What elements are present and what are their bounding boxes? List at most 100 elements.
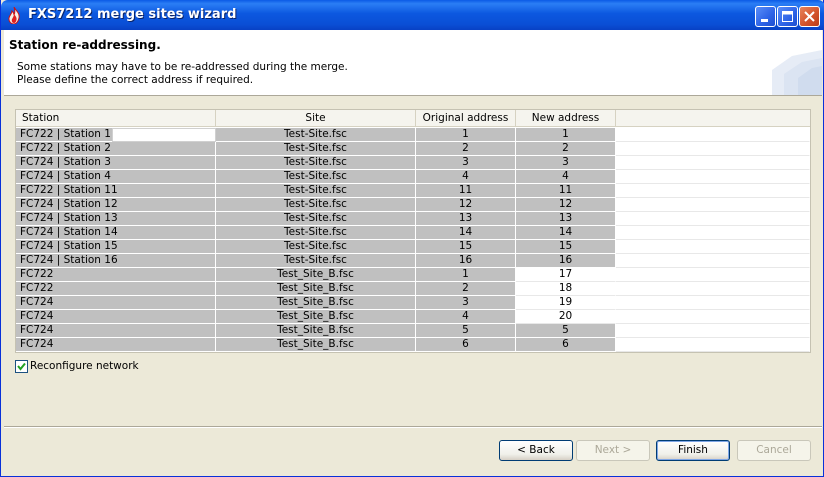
empty-cell: [616, 142, 810, 156]
site-cell: Test-Site.fsc: [216, 156, 416, 170]
column-header-original-address[interactable]: Original address: [416, 110, 516, 127]
original-address-cell: 2: [416, 142, 516, 156]
column-header-new-address[interactable]: New address: [516, 110, 616, 127]
station-cell: FC724 | Station 4: [16, 170, 216, 184]
table-row[interactable]: FC724 | Station 16 Test-Site.fsc 16 16: [16, 254, 810, 268]
empty-cell: [616, 184, 810, 198]
wizard-window: FXS7212 merge sites wizard Station re-ad…: [0, 0, 824, 477]
station-cell: FC722: [16, 282, 216, 296]
table-row[interactable]: FC722 Test_Site_B.fsc 1 17: [16, 268, 810, 282]
new-address-cell[interactable]: 16: [516, 254, 616, 268]
original-address-cell: 15: [416, 240, 516, 254]
table-row[interactable]: FC724 | Station 3 Test-Site.fsc 3 3: [16, 156, 810, 170]
close-button[interactable]: [799, 6, 820, 27]
station-cell: FC724 | Station 12: [16, 198, 216, 212]
description-line-1: Some stations may have to be re-addresse…: [17, 61, 348, 73]
next-button[interactable]: Next >: [576, 440, 650, 461]
table-row[interactable]: FC722 | Station 11 Test-Site.fsc 11 11: [16, 184, 810, 198]
station-cell: FC724: [16, 324, 216, 338]
station-cell: FC722: [16, 268, 216, 282]
new-address-cell[interactable]: 12: [516, 198, 616, 212]
new-address-cell[interactable]: 11: [516, 184, 616, 198]
new-address-cell[interactable]: 4: [516, 170, 616, 184]
new-address-cell[interactable]: 3: [516, 156, 616, 170]
original-address-cell: 12: [416, 198, 516, 212]
empty-cell: [616, 268, 810, 282]
original-address-cell: 1: [416, 268, 516, 282]
table-row[interactable]: FC724 Test_Site_B.fsc 3 19: [16, 296, 810, 310]
site-cell: Test_Site_B.fsc: [216, 268, 416, 282]
table-row[interactable]: FC724 Test_Site_B.fsc 5 5: [16, 324, 810, 338]
station-edit-box[interactable]: [112, 128, 216, 142]
site-cell: Test-Site.fsc: [216, 184, 416, 198]
table-body: FC722 | Station 1 Test-Site.fsc 1 1 FC722 | …: [16, 128, 810, 352]
station-cell: FC724 | Station 3: [16, 156, 216, 170]
new-address-cell[interactable]: 15: [516, 240, 616, 254]
table-row[interactable]: FC724 | Station 15 Test-Site.fsc 15 15: [16, 240, 810, 254]
original-address-cell: 4: [416, 310, 516, 324]
minimize-button[interactable]: [755, 6, 776, 27]
original-address-cell: 4: [416, 170, 516, 184]
table-row[interactable]: FC722 Test_Site_B.fsc 2 18: [16, 282, 810, 296]
site-cell: Test-Site.fsc: [216, 198, 416, 212]
new-address-cell[interactable]: 14: [516, 226, 616, 240]
table-row[interactable]: FC724 | Station 4 Test-Site.fsc 4 4: [16, 170, 810, 184]
station-cell: FC722 | Station 2: [16, 142, 216, 156]
new-address-cell[interactable]: 5: [516, 324, 616, 338]
empty-cell: [616, 282, 810, 296]
title-bar[interactable]: FXS7212 merge sites wizard: [1, 0, 824, 30]
original-address-cell: 3: [416, 156, 516, 170]
empty-cell: [616, 156, 810, 170]
empty-cell: [616, 254, 810, 268]
table-row[interactable]: FC724 | Station 13 Test-Site.fsc 13 13: [16, 212, 810, 226]
new-address-cell[interactable]: 18: [516, 282, 616, 296]
reconfigure-network-checkbox[interactable]: [15, 360, 28, 373]
site-cell: Test_Site_B.fsc: [216, 338, 416, 352]
site-cell: Test_Site_B.fsc: [216, 310, 416, 324]
table-row[interactable]: FC722 | Station 2 Test-Site.fsc 2 2: [16, 142, 810, 156]
original-address-cell: 14: [416, 226, 516, 240]
new-address-cell[interactable]: 13: [516, 212, 616, 226]
maximize-button[interactable]: [777, 6, 798, 27]
site-cell: Test_Site_B.fsc: [216, 282, 416, 296]
new-address-cell[interactable]: 1: [516, 128, 616, 142]
original-address-cell: 1: [416, 128, 516, 142]
new-address-cell[interactable]: 19: [516, 296, 616, 310]
empty-cell: [616, 324, 810, 338]
table-row[interactable]: FC724 Test_Site_B.fsc 6 6: [16, 338, 810, 352]
table-row[interactable]: FC724 | Station 14 Test-Site.fsc 14 14: [16, 226, 810, 240]
table-row[interactable]: FC724 Test_Site_B.fsc 4 20: [16, 310, 810, 324]
description-line-2: Please define the correct address if req…: [17, 74, 254, 86]
station-cell: FC724 | Station 14: [16, 226, 216, 240]
checkmark-icon: [16, 362, 27, 375]
empty-cell: [616, 212, 810, 226]
empty-cell: [616, 338, 810, 352]
original-address-cell: 11: [416, 184, 516, 198]
table-header: Station Site Original address New addres…: [16, 110, 810, 127]
station-cell: FC724 | Station 15: [16, 240, 216, 254]
original-address-cell: 16: [416, 254, 516, 268]
new-address-cell[interactable]: 17: [516, 268, 616, 282]
station-cell: FC724 | Station 13: [16, 212, 216, 226]
empty-cell: [616, 296, 810, 310]
empty-cell: [616, 240, 810, 254]
new-address-cell[interactable]: 2: [516, 142, 616, 156]
original-address-cell: 3: [416, 296, 516, 310]
new-address-cell[interactable]: 20: [516, 310, 616, 324]
wizard-header: Station re-addressing. Some stations may…: [4, 30, 822, 96]
column-header-station[interactable]: Station: [16, 110, 216, 127]
reconfigure-network-label[interactable]: Reconfigure network: [30, 360, 139, 373]
table-row[interactable]: FC724 | Station 12 Test-Site.fsc 12 12: [16, 198, 810, 212]
original-address-cell: 6: [416, 338, 516, 352]
table-row[interactable]: FC722 | Station 1 Test-Site.fsc 1 1: [16, 128, 810, 142]
empty-cell: [616, 310, 810, 324]
empty-cell: [616, 198, 810, 212]
finish-button[interactable]: Finish: [656, 440, 730, 461]
column-header-site[interactable]: Site: [216, 110, 416, 127]
new-address-cell[interactable]: 6: [516, 338, 616, 352]
station-cell: FC724: [16, 310, 216, 324]
back-button[interactable]: < Back: [499, 440, 573, 461]
cancel-button[interactable]: Cancel: [737, 440, 811, 461]
station-cell: FC724: [16, 296, 216, 310]
window-title: FXS7212 merge sites wizard: [28, 7, 237, 22]
